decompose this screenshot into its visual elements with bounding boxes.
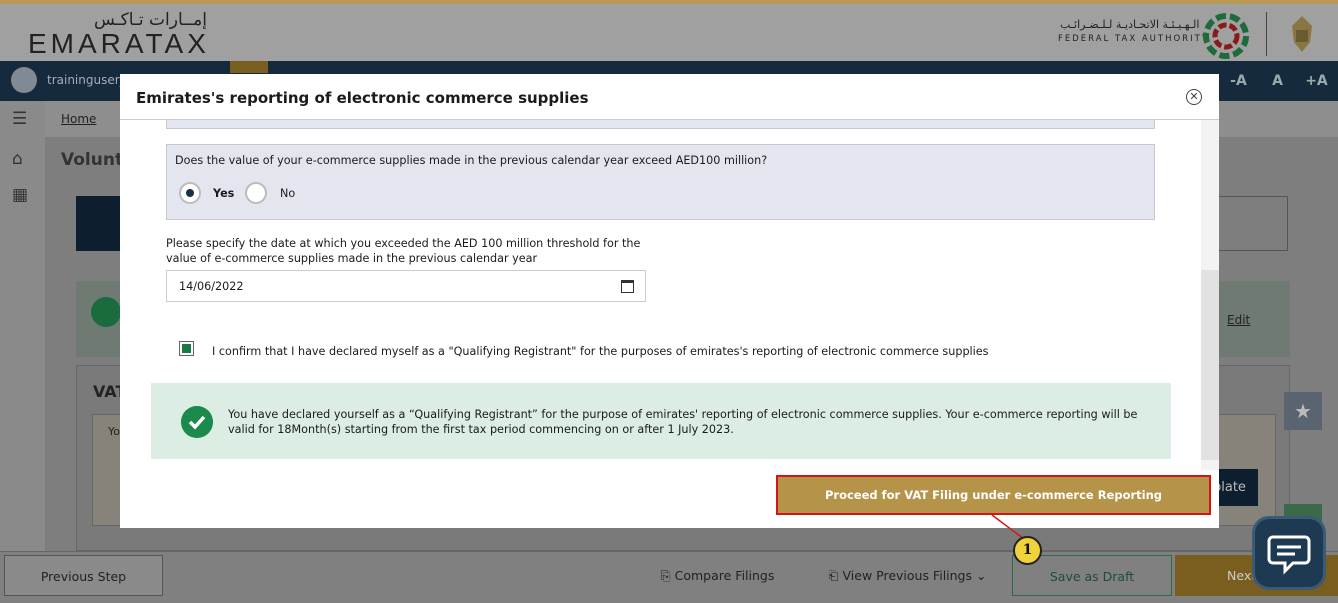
- radio-no-label[interactable]: No: [280, 187, 295, 200]
- modal-body: Does the value of your e-commerce suppli…: [120, 120, 1219, 470]
- confirm-checkbox[interactable]: [179, 341, 194, 356]
- site-header: إمــارات تـاكـس EMARATAX الـهـيـئـة الات…: [0, 4, 1338, 61]
- history-icon: ⎗: [828, 568, 843, 583]
- modal-scrollbar-thumb[interactable]: [1201, 270, 1219, 460]
- menu-icon[interactable]: ☰: [12, 109, 27, 129]
- confirm-text: I confirm that I have declared myself as…: [212, 345, 989, 358]
- calendar-icon[interactable]: [621, 280, 634, 293]
- compare-icon: ⎘: [660, 568, 675, 583]
- vat-inner-text: Yo: [108, 425, 120, 438]
- star-favorite-icon[interactable]: ★: [1284, 392, 1322, 430]
- threshold-question: Does the value of your e-commerce suppli…: [166, 144, 1155, 220]
- compare-filings-button[interactable]: ⎘ Compare Filings: [655, 555, 780, 596]
- ecommerce-reporting-modal: Emirates's reporting of electronic comme…: [120, 74, 1219, 528]
- user-avatar-icon[interactable]: [11, 67, 37, 93]
- toolbar-tab[interactable]: [230, 61, 268, 73]
- font-reset-button[interactable]: A: [1258, 61, 1297, 101]
- breadcrumb-home-link[interactable]: Home: [61, 112, 96, 126]
- radio-yes-label[interactable]: Yes: [213, 187, 234, 200]
- radio-yes[interactable]: [179, 182, 201, 204]
- success-message: You have declared yourself as a “Qualify…: [228, 408, 1138, 436]
- step-callout-badge: 1: [1013, 536, 1042, 565]
- font-decrease-button[interactable]: -A: [1219, 61, 1258, 101]
- chat-support-button[interactable]: [1255, 519, 1323, 587]
- previous-step-button[interactable]: Previous Step: [4, 555, 163, 596]
- chevron-down-icon: ⌄: [972, 568, 987, 583]
- edit-link[interactable]: Edit: [1227, 313, 1250, 327]
- chat-icon: [1267, 535, 1311, 575]
- date-field-label: Please specify the date at which you exc…: [166, 237, 641, 265]
- fta-name-english: FEDERAL TAX AUTHORITY: [1058, 34, 1209, 44]
- header-divider: [1266, 12, 1267, 56]
- check-circle-icon: [181, 406, 213, 438]
- proceed-vat-filing-button[interactable]: Proceed for VAT Filing under e-commerce …: [776, 475, 1211, 515]
- emaratax-logo-arabic: إمــارات تـاكـس: [94, 10, 207, 30]
- uae-emblem-icon: [1292, 16, 1312, 52]
- view-previous-filings-label: View Previous Filings: [842, 568, 973, 583]
- home-icon[interactable]: ⌂: [12, 149, 23, 169]
- threshold-date-input[interactable]: 14/06/2022: [166, 270, 646, 302]
- fta-logo-icon: [1203, 13, 1249, 59]
- close-icon[interactable]: ✕: [1186, 89, 1202, 105]
- success-message-box: You have declared yourself as a “Qualify…: [151, 383, 1171, 459]
- apps-grid-icon[interactable]: ▦: [12, 185, 28, 205]
- footer-bar: Previous Step ⎘ Compare Filings ⎗ View P…: [0, 551, 1338, 603]
- previous-section-edge: [166, 120, 1155, 129]
- emaratax-logo[interactable]: EMARATAX: [28, 28, 210, 60]
- modal-header: Emirates's reporting of electronic comme…: [120, 74, 1219, 120]
- modal-title: Emirates's reporting of electronic comme…: [136, 89, 589, 107]
- fta-name-arabic: الـهـيـئـة الاتحـاديـة لـلـضـرائـب: [1060, 18, 1200, 31]
- fta-branding: الـهـيـئـة الاتحـاديـة لـلـضـرائـب FEDER…: [1040, 10, 1336, 60]
- compare-filings-label: Compare Filings: [674, 568, 775, 583]
- radio-no[interactable]: [245, 182, 267, 204]
- date-value: 14/06/2022: [179, 280, 244, 293]
- question-text: Does the value of your e-commerce suppli…: [175, 154, 768, 167]
- font-increase-button[interactable]: +A: [1297, 61, 1336, 101]
- sidebar: ☰ ⌂ ▦: [0, 101, 45, 551]
- check-circle-icon: [91, 297, 121, 327]
- username[interactable]: traininguser_: [47, 73, 126, 87]
- view-previous-filings-button[interactable]: ⎗ View Previous Filings ⌄: [820, 555, 995, 596]
